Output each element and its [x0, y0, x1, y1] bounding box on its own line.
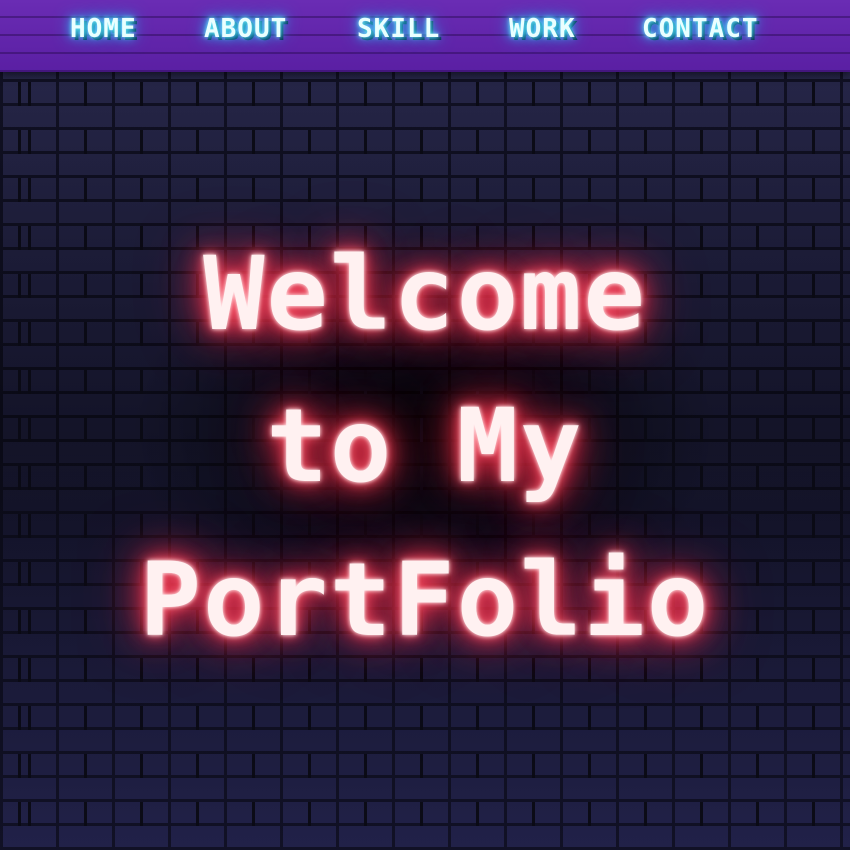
hero-title-line-1: Welcome [203, 235, 647, 354]
hero-section: Welcome to My PortFolio [0, 240, 850, 660]
page: HOME ABOUT SKILL WORK CONTACT Welcome to… [0, 0, 850, 850]
nav-link-home[interactable]: HOME [70, 14, 137, 44]
hero-title-line-2: to My [266, 387, 584, 506]
nav-link-work[interactable]: WORK [509, 14, 576, 44]
nav-link-contact[interactable]: CONTACT [642, 14, 759, 44]
nav-link-skill[interactable]: SKILL [357, 14, 440, 44]
hero-title-line-3: PortFolio [139, 541, 711, 660]
nav-link-about[interactable]: ABOUT [204, 14, 287, 44]
top-navbar: HOME ABOUT SKILL WORK CONTACT [0, 0, 850, 72]
